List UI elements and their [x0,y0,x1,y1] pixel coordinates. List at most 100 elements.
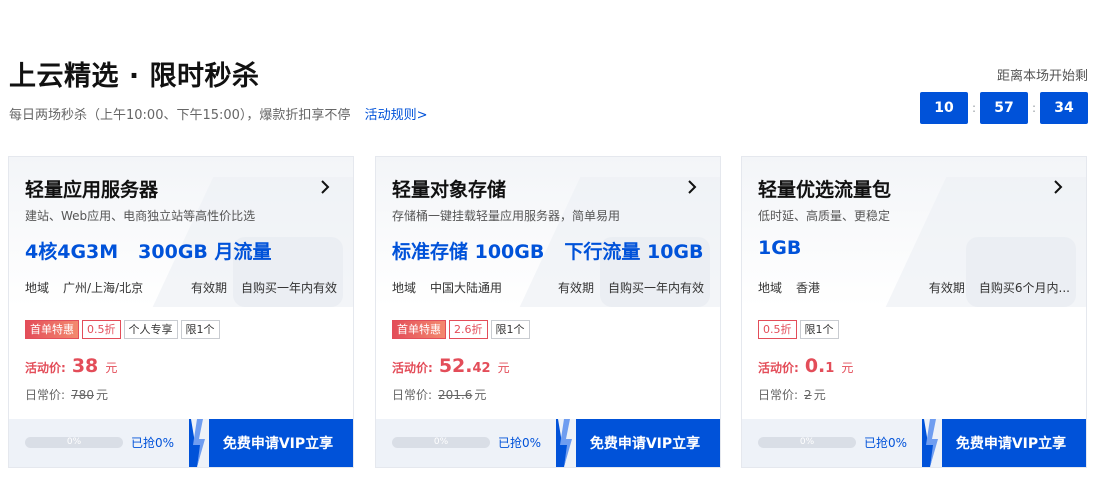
region-value: 香港 [796,281,821,295]
price-dec: 1 [825,361,835,376]
card-specs: 标准存储 100GB 下行流量 10GB [392,237,704,264]
validity-value: 自购买6个月内... [978,281,1070,295]
card-description: 建站、Web应用、电商独立站等高性价比选 [25,209,256,223]
validity-label: 有效期 [190,281,227,295]
product-card-object-storage[interactable]: 轻量对象存储 存储桶一键挂载轻量应用服务器，简单易用 标准存储 100GB 下行流… [375,156,721,468]
tag-discount: 2.6折 [449,320,488,339]
card-title: 轻量应用服务器 [25,179,159,201]
apply-vip-button[interactable]: 免费申请VIP立享 [189,419,353,467]
price-label: 活动价: [25,361,66,375]
region-label: 地域 [25,281,50,295]
countdown-minutes: 57 [980,92,1028,124]
orig-unit: 元 [95,388,108,402]
orig-label: 日常价: [25,388,66,402]
original-price: 日常价: 201.6 元 [392,386,486,403]
page-subtitle: 每日两场秒杀（上午10:00、下午15:00），爆款折扣享不停 活动规则> [9,104,427,123]
spec-primary: 4核4G3M [25,241,119,263]
orig-value: 2 [804,388,812,402]
card-tags: 首单特惠 2.6折 限1个 [392,320,533,339]
card-specs: 1GB [758,237,801,259]
activity-price: 活动价: 0.1 元 [758,355,853,377]
card-meta: 地域 香港 有效期 自购买6个月内... [758,279,1070,296]
apply-vip-button[interactable]: 免费申请VIP立享 [922,419,1086,467]
price-int: 52. [438,355,473,377]
orig-label: 日常价: [392,388,433,402]
page-title: 上云精选 · 限时秒杀 [9,61,260,92]
chevron-right-icon[interactable] [1048,177,1068,197]
orig-value: 201.6 [438,388,473,402]
price-unit: 元 [105,361,118,375]
region-label: 地域 [392,281,417,295]
progress-bar: 0% [25,437,123,448]
card-footer: 0% 已抢0% 免费申请VIP立享 [376,419,720,467]
original-price: 日常价: 780 元 [25,386,108,403]
countdown-timer: 10 : 57 : 34 [920,92,1088,124]
validity-value: 自购买一年内有效 [240,281,337,295]
chevron-right-icon[interactable] [315,177,335,197]
orig-label: 日常价: [758,388,799,402]
tag-limit: 限1个 [490,320,530,339]
product-card-traffic-pack[interactable]: 轻量优选流量包 低时延、高质量、更稳定 1GB 地域 香港 有效期 自购买6个月… [741,156,1087,468]
validity-label: 有效期 [928,281,965,295]
price-dec: 42 [472,361,491,376]
card-tags: 0.5折 限1个 [758,320,842,339]
card-footer: 0% 已抢0% 免费申请VIP立享 [9,419,353,467]
card-meta: 地域 广州/上海/北京 有效期 自购买一年内有效 [25,279,337,296]
region-label: 地域 [758,281,783,295]
tag-limit: 限1个 [799,320,839,339]
tag-discount: 0.5折 [758,320,797,339]
card-description: 存储桶一键挂载轻量应用服务器，简单易用 [392,209,621,223]
price-unit: 元 [841,361,854,375]
activity-price: 活动价: 38 元 [25,355,117,377]
orig-value: 780 [71,388,94,402]
cta-label: 免费申请VIP立享 [222,436,334,452]
original-price: 日常价: 2 元 [758,386,826,403]
card-title: 轻量对象存储 [392,179,507,201]
progress-bar: 0% [392,437,490,448]
card-meta: 地域 中国大陆通用 有效期 自购买一年内有效 [392,279,704,296]
countdown-hours: 10 [920,92,968,124]
tag-first-order: 首单特惠 [25,320,79,339]
apply-vip-button[interactable]: 免费申请VIP立享 [556,419,720,467]
grabbed-text: 已抢0% [864,436,908,450]
subtitle-text: 每日两场秒杀（上午10:00、下午15:00），爆款折扣享不停 [9,108,351,123]
grabbed-text: 已抢0% [498,436,542,450]
spec-secondary: 300GB 月流量 [138,241,272,263]
grabbed-text: 已抢0% [131,436,175,450]
price-label: 活动价: [758,361,799,375]
tag-first-order: 首单特惠 [392,320,446,339]
countdown-seconds: 34 [1040,92,1088,124]
cta-label: 免费申请VIP立享 [955,436,1067,452]
card-footer: 0% 已抢0% 免费申请VIP立享 [742,419,1086,467]
spec-secondary: 下行流量 10GB [564,241,704,263]
activity-price: 活动价: 52.42 元 [392,355,510,377]
price-int: 38 [71,355,99,377]
progress-bar: 0% [758,437,856,448]
chevron-right-icon[interactable] [682,177,702,197]
countdown-separator: : [1031,101,1037,115]
rules-link[interactable]: 活动规则> [365,108,428,123]
lightning-icon [924,419,942,467]
countdown-separator: : [971,101,977,115]
spec-primary: 标准存储 100GB [392,241,545,263]
validity-label: 有效期 [557,281,594,295]
orig-unit: 元 [813,388,826,402]
spec-primary: 1GB [758,237,802,259]
region-value: 广州/上海/北京 [63,281,144,295]
product-card-lighthouse[interactable]: 轻量应用服务器 建站、Web应用、电商独立站等高性价比选 4核4G3M 300GB… [8,156,354,468]
tag-personal: 个人专享 [123,320,178,339]
region-value: 中国大陆通用 [430,281,503,295]
price-int: 0. [804,355,826,377]
card-specs: 4核4G3M 300GB 月流量 [25,237,272,264]
cta-label: 免费申请VIP立享 [589,436,701,452]
lightning-icon [558,419,576,467]
lightning-icon [191,419,209,467]
tag-limit: 限1个 [180,320,220,339]
price-unit: 元 [497,361,510,375]
orig-unit: 元 [474,388,487,402]
countdown-label: 距离本场开始剩 [996,69,1088,84]
card-title: 轻量优选流量包 [758,179,892,201]
price-label: 活动价: [392,361,433,375]
card-description: 低时延、高质量、更稳定 [758,209,891,223]
tag-discount: 0.5折 [82,320,121,339]
